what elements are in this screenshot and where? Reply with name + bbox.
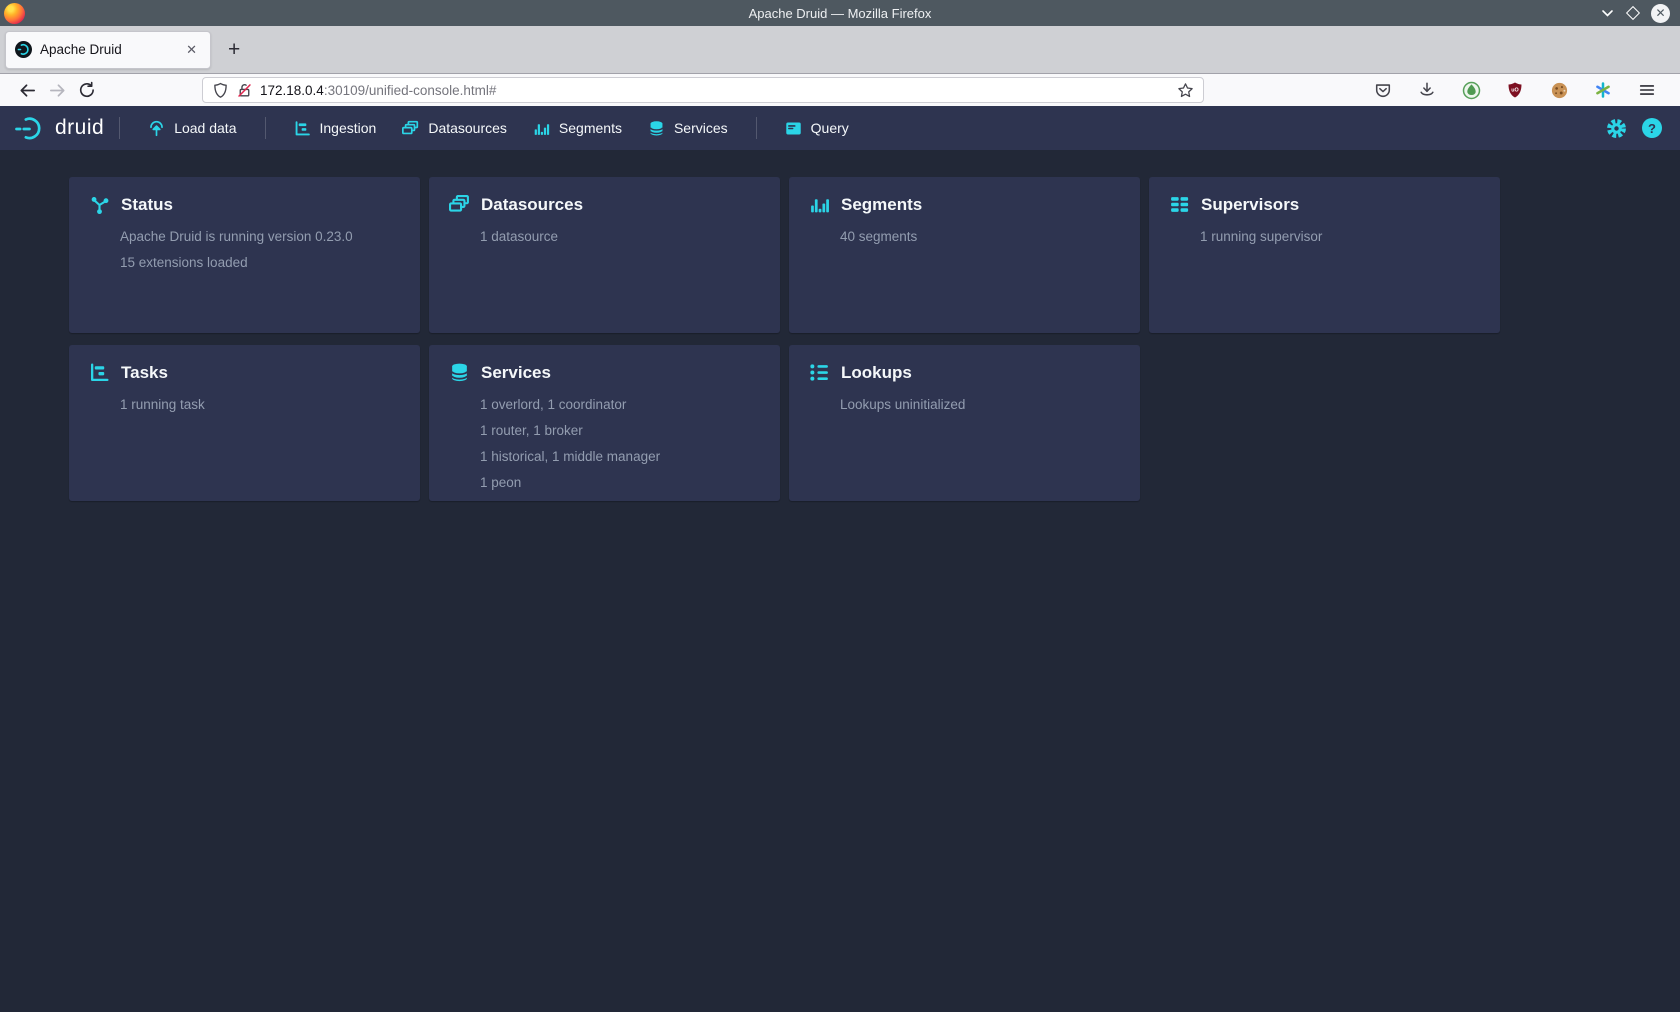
pocket-icon[interactable]: [1368, 76, 1398, 104]
nav-item-segments[interactable]: Segments: [520, 106, 635, 150]
asterisk-extension-icon[interactable]: [1588, 76, 1618, 104]
card-line: 1 router, 1 broker: [480, 418, 760, 444]
card-segments[interactable]: Segments 40 segments: [789, 177, 1140, 333]
druid-favicon-icon: [15, 41, 32, 58]
grouped-bars-icon: [809, 194, 830, 215]
insecure-lock-icon[interactable]: [236, 82, 253, 99]
shield-icon[interactable]: [212, 82, 229, 99]
reload-icon[interactable]: [72, 76, 102, 104]
navbar-divider: [756, 117, 757, 139]
druid-logo[interactable]: druid: [14, 115, 104, 142]
card-lookups[interactable]: Lookups Lookups uninitialized: [789, 345, 1140, 501]
card-supervisors[interactable]: Supervisors 1 running supervisor: [1149, 177, 1500, 333]
card-title: Datasources: [481, 195, 583, 215]
nav-item-query[interactable]: Query: [772, 106, 862, 150]
download-icon[interactable]: [1412, 76, 1442, 104]
window-title: Apache Druid — Mozilla Firefox: [0, 6, 1680, 21]
help-icon[interactable]: ?: [1642, 118, 1662, 138]
nav-label: Ingestion: [320, 120, 377, 136]
gantt-chart-icon: [294, 120, 311, 137]
gear-icon[interactable]: [1606, 118, 1627, 139]
stacked-rects-icon: [449, 194, 470, 215]
hamburger-menu-icon[interactable]: [1632, 76, 1662, 104]
nav-label: Services: [674, 120, 728, 136]
home-view: Status Apache Druid is running version 0…: [0, 150, 1680, 501]
svg-text:uO: uO: [1511, 88, 1518, 94]
card-line: 1 running task: [120, 392, 400, 418]
nav-label: Query: [811, 120, 849, 136]
tab-strip: Apache Druid ✕ +: [0, 26, 1680, 74]
window-close-icon[interactable]: ✕: [1651, 4, 1670, 23]
console-icon: [785, 120, 802, 137]
nav-item-datasources[interactable]: Datasources: [389, 106, 520, 150]
druid-wordmark: druid: [55, 116, 104, 140]
nav-label: Segments: [559, 120, 622, 136]
nav-label: Datasources: [428, 120, 507, 136]
cookie-icon[interactable]: [1544, 76, 1574, 104]
card-title: Lookups: [841, 363, 912, 383]
card-line: 1 overlord, 1 coordinator: [480, 392, 760, 418]
upload-arrow-icon: [148, 120, 165, 137]
nav-item-ingestion[interactable]: Ingestion: [281, 106, 390, 150]
grouped-bars-icon: [533, 120, 550, 137]
url-bar[interactable]: 172.18.0.4:30109/unified-console.html#: [202, 77, 1204, 103]
firefox-logo-icon: [4, 3, 25, 24]
graph-icon: [89, 194, 110, 215]
card-title: Segments: [841, 195, 922, 215]
card-line: 1 running supervisor: [1200, 224, 1480, 250]
card-line: Lookups uninitialized: [840, 392, 1120, 418]
tab-apache-druid[interactable]: Apache Druid ✕: [5, 31, 211, 69]
database-icon: [648, 120, 665, 137]
nav-item-load-data[interactable]: Load data: [135, 106, 249, 150]
card-line: 1 historical, 1 middle manager: [480, 444, 760, 470]
gantt-chart-icon: [89, 362, 110, 383]
tab-close-icon[interactable]: ✕: [182, 40, 201, 60]
card-title: Status: [121, 195, 173, 215]
card-title: Services: [481, 363, 551, 383]
window-maximize-icon[interactable]: [1628, 8, 1638, 18]
druid-navbar: druid Load data Ingestion Datasources Se…: [0, 106, 1680, 150]
window-minimize-icon[interactable]: [1600, 6, 1615, 21]
card-line: 15 extensions loaded: [120, 250, 400, 276]
bulleted-list-icon: [809, 362, 830, 383]
card-line: 1 datasource: [480, 224, 760, 250]
database-icon: [449, 362, 470, 383]
nav-item-services[interactable]: Services: [635, 106, 741, 150]
card-title: Supervisors: [1201, 195, 1299, 215]
new-tab-button[interactable]: +: [228, 39, 240, 60]
url-host: 172.18.0.4: [260, 83, 324, 98]
ublock-origin-icon[interactable]: uO: [1500, 76, 1530, 104]
list-columns-icon: [1169, 194, 1190, 215]
url-text[interactable]: 172.18.0.4:30109/unified-console.html#: [260, 83, 1170, 98]
card-title: Tasks: [121, 363, 168, 383]
tab-title: Apache Druid: [40, 42, 174, 57]
privacy-badger-icon[interactable]: [1456, 76, 1486, 104]
card-line: 40 segments: [840, 224, 1120, 250]
navbar-divider: [265, 117, 266, 139]
card-status[interactable]: Status Apache Druid is running version 0…: [69, 177, 420, 333]
bookmark-star-icon[interactable]: [1177, 82, 1194, 99]
druid-logo-icon: [14, 115, 46, 142]
card-tasks[interactable]: Tasks 1 running task: [69, 345, 420, 501]
forward-icon[interactable]: [42, 76, 72, 104]
card-line: 1 peon: [480, 470, 760, 496]
navbar-divider: [119, 117, 120, 139]
stacked-rects-icon: [402, 120, 419, 137]
card-datasources[interactable]: Datasources 1 datasource: [429, 177, 780, 333]
browser-toolbar: 172.18.0.4:30109/unified-console.html# u…: [0, 74, 1680, 106]
card-services[interactable]: Services 1 overlord, 1 coordinator 1 rou…: [429, 345, 780, 501]
window-titlebar: Apache Druid — Mozilla Firefox ✕: [0, 0, 1680, 26]
back-icon[interactable]: [12, 76, 42, 104]
card-line: Apache Druid is running version 0.23.0: [120, 224, 400, 250]
nav-label: Load data: [174, 120, 236, 136]
url-path: :30109/unified-console.html#: [324, 83, 497, 98]
